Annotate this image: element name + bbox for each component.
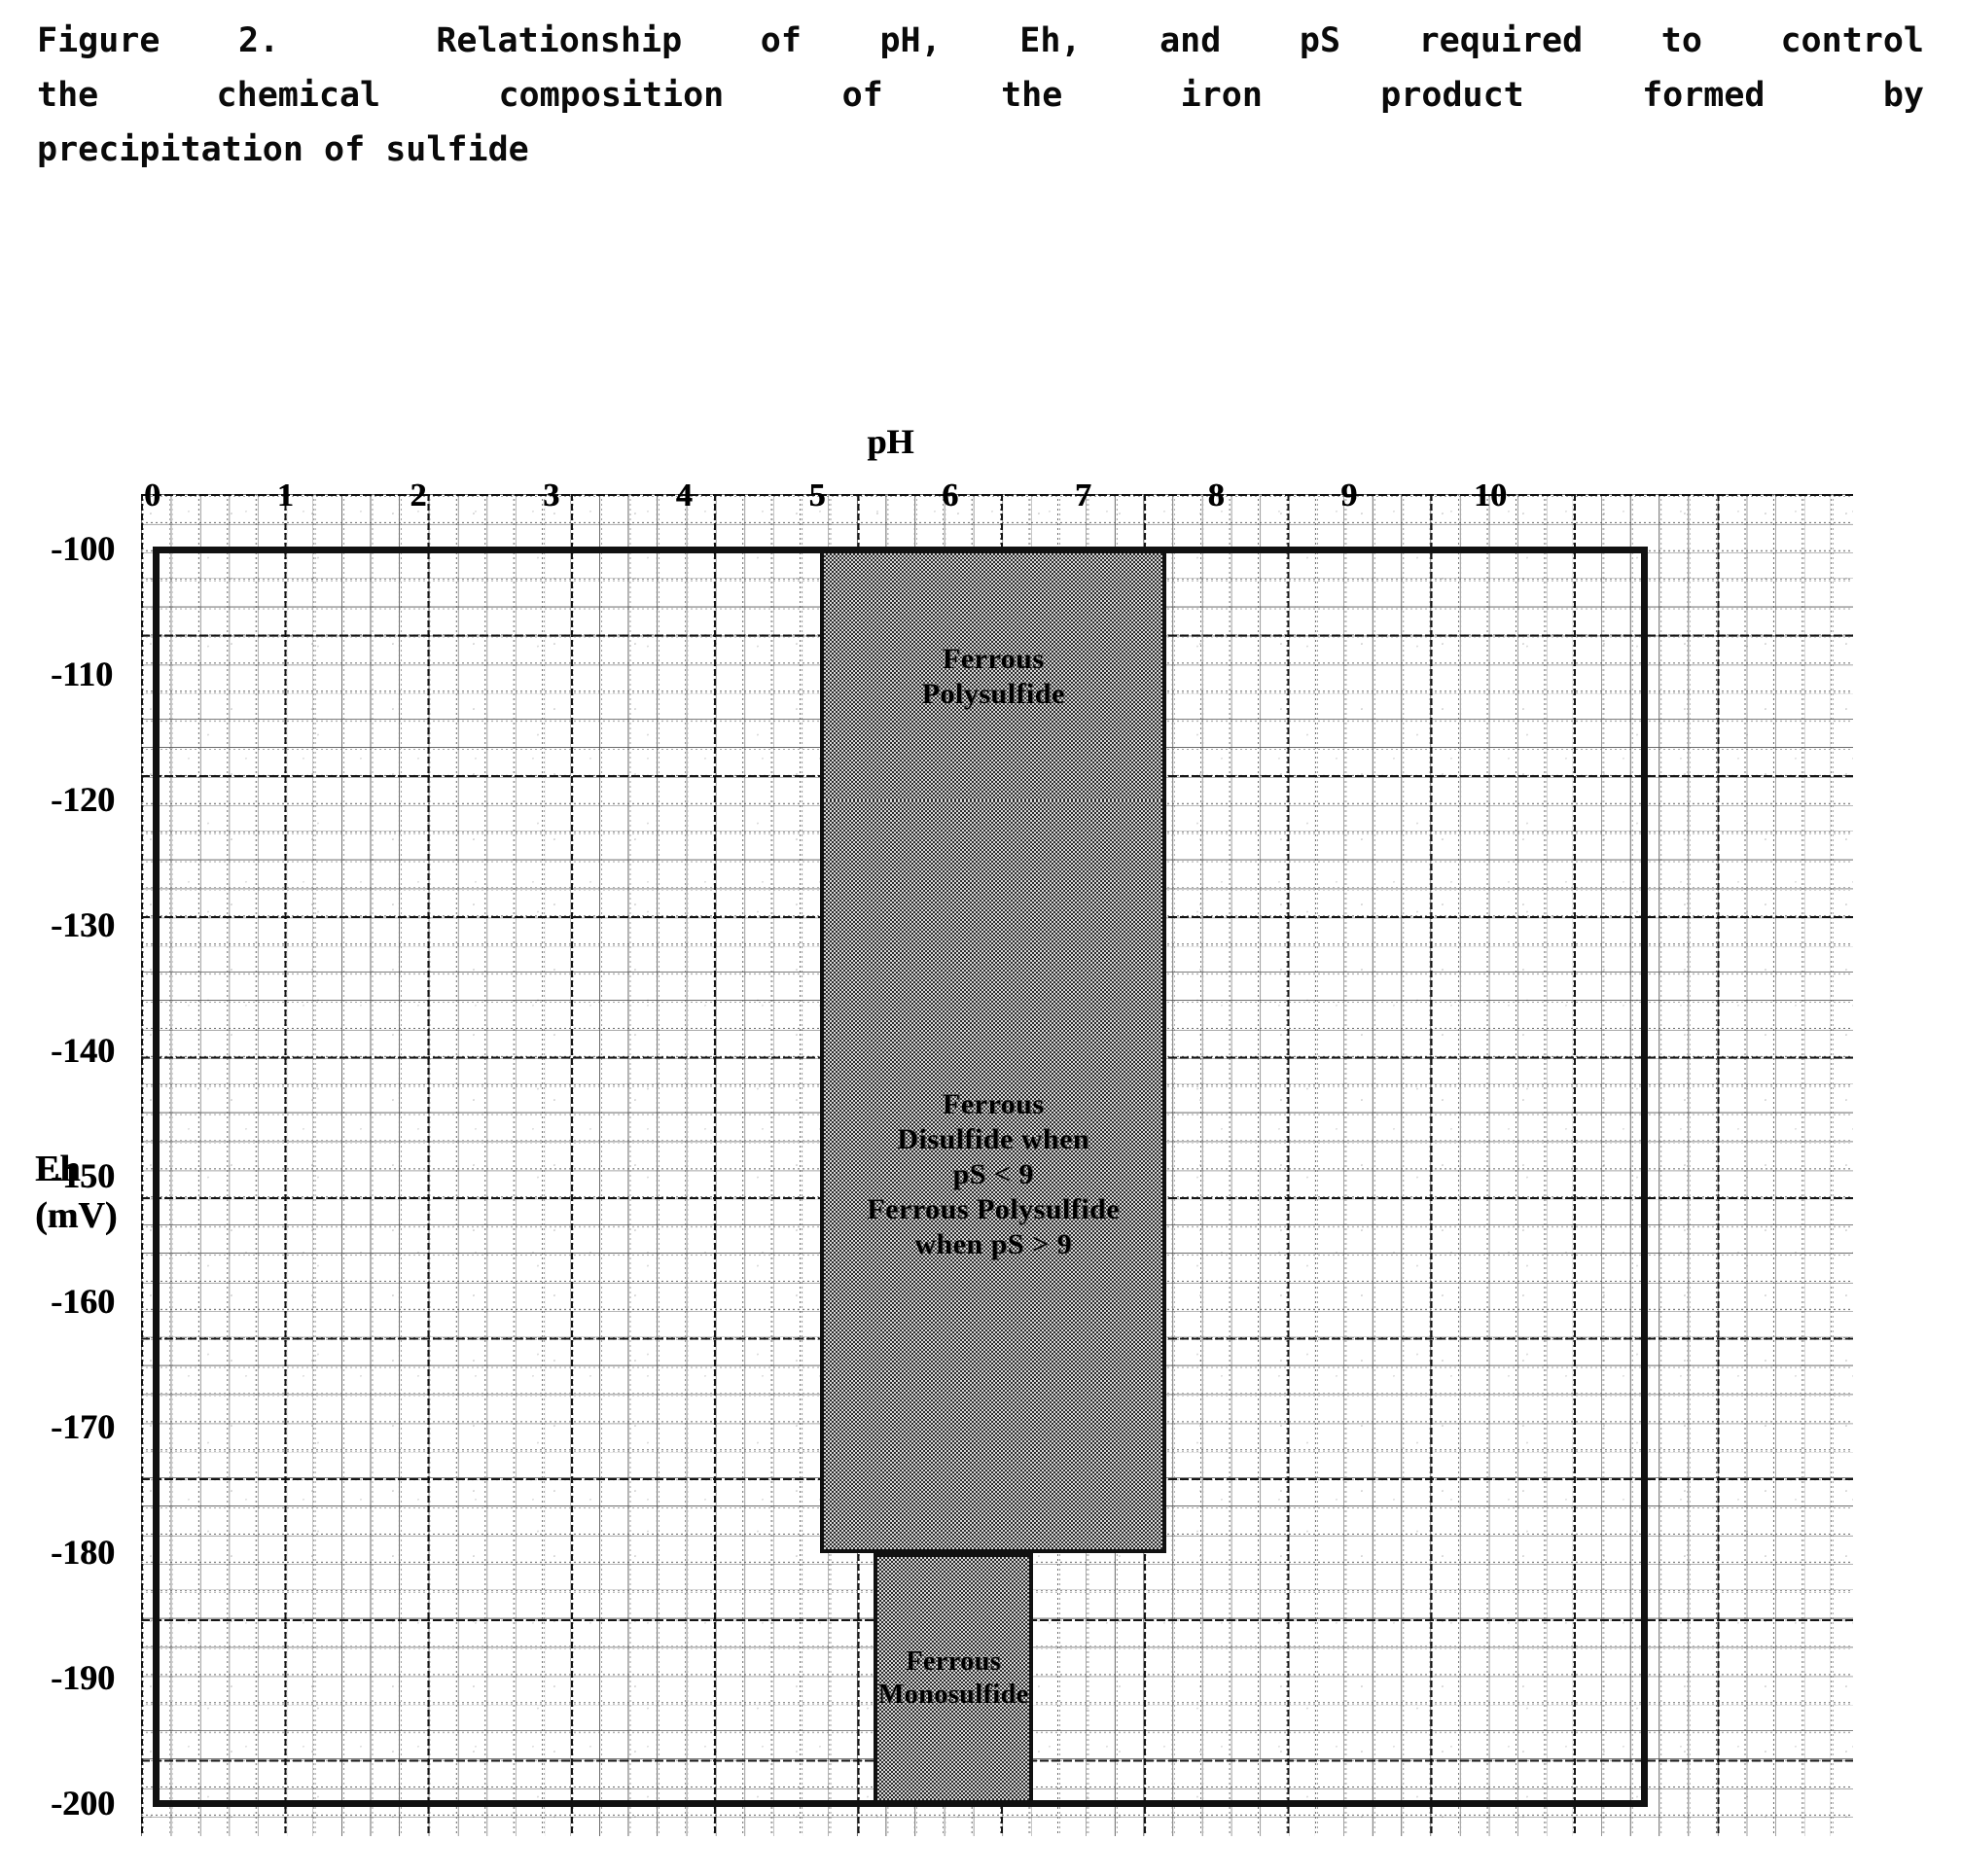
- x-tick-label-2: 2: [410, 478, 427, 513]
- y-tick-label-neg190: -190: [51, 1658, 115, 1697]
- x-tick-label-0: 0: [144, 478, 161, 513]
- y-tick-label-neg180: -180: [51, 1533, 115, 1572]
- x-tick-label-4: 4: [675, 478, 693, 513]
- figure-plot-area: Ferrous Polysulfide Ferrous Disulfide wh…: [0, 370, 1962, 1876]
- y-tick-label-neg170: -170: [51, 1407, 115, 1446]
- figure-caption: Figure 2. Relationship of pH, Eh, and pS…: [37, 14, 1924, 177]
- y-tick-label-neg200: -200: [51, 1784, 115, 1823]
- region-ferrous-polysulfide-label: Ferrous Polysulfide: [921, 643, 1065, 710]
- region-ferrous-monosulfide: Ferrous Monosulfide: [874, 1553, 1034, 1804]
- caption-line-2: the chemical composition of the iron pro…: [37, 76, 1924, 115]
- x-tick-label-5: 5: [808, 478, 826, 513]
- x-tick-label-9: 9: [1340, 478, 1358, 513]
- caption-line-3: precipitation of sulfide: [37, 130, 529, 169]
- region-ferrous-polysulfide: Ferrous Polysulfide: [820, 549, 1166, 800]
- x-tick-label-7: 7: [1074, 478, 1091, 513]
- x-tick-label-3: 3: [543, 478, 560, 513]
- x-tick-label-10: 10: [1473, 478, 1507, 513]
- y-tick-label-neg150: -150: [51, 1156, 115, 1195]
- region-ferrous-monosulfide-label: Ferrous Monosulfide: [877, 1646, 1029, 1710]
- y-tick-label-neg140: -140: [51, 1031, 115, 1070]
- y-tick-label-neg160: -160: [51, 1282, 115, 1321]
- x-tick-label-8: 8: [1207, 478, 1225, 513]
- y-tick-label-neg120: -120: [51, 780, 115, 819]
- x-tick-label-1: 1: [276, 478, 294, 513]
- y-axis-title-line-2: (mV): [35, 1194, 118, 1236]
- y-tick-label-neg110: -110: [51, 655, 114, 693]
- x-axis-title: pH: [867, 422, 914, 461]
- y-tick-label-neg130: -130: [51, 905, 115, 944]
- caption-line-1: Figure 2. Relationship of pH, Eh, and pS…: [37, 21, 1924, 60]
- y-tick-label-neg100: -100: [51, 529, 115, 568]
- region-ferrous-disulfide-polysulfide: Ferrous Disulfide when pS < 9 Ferrous Po…: [820, 800, 1166, 1553]
- x-tick-label-6: 6: [942, 478, 959, 513]
- region-ferrous-disulfide-polysulfide-label: Ferrous Disulfide when pS < 9 Ferrous Po…: [867, 1088, 1121, 1260]
